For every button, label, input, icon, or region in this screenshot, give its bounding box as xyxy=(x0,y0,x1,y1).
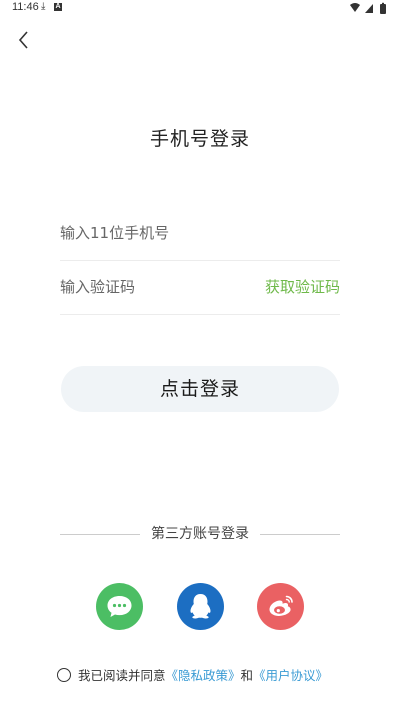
download-icon: ⤓ xyxy=(41,1,46,12)
third-party-divider: 第三方账号登录 xyxy=(60,524,340,544)
user-agreement-link[interactable]: 《用户协议》 xyxy=(253,668,328,683)
page-title: 手机号登录 xyxy=(149,128,250,150)
wechat-icon xyxy=(107,596,132,617)
agreement: 我已阅读并同意《隐私政策》和《用户协议》 xyxy=(57,665,357,687)
code-field-row: 获取验证码 xyxy=(60,260,340,315)
agree-radio-button[interactable] xyxy=(57,668,71,682)
phone-input[interactable] xyxy=(60,206,250,260)
notification-a-icon: A xyxy=(54,3,62,11)
wechat-login-button[interactable] xyxy=(96,583,143,630)
divider-line-right xyxy=(260,534,340,535)
privacy-policy-link[interactable]: 《隐私政策》 xyxy=(166,668,241,683)
agreement-text: 我已阅读并同意《隐私政策》和《用户协议》 xyxy=(78,665,328,687)
chevron-left-icon xyxy=(18,31,28,49)
login-button[interactable]: 点击登录 xyxy=(61,366,339,412)
qq-icon xyxy=(190,594,211,619)
status-indicators xyxy=(348,2,390,17)
qq-login-button[interactable] xyxy=(177,583,224,630)
agreement-prefix: 我已阅读并同意 xyxy=(78,668,166,683)
weibo-icon xyxy=(269,595,293,616)
status-bar: 11:46 ⤓ A xyxy=(0,0,400,16)
status-time: 11:46 xyxy=(12,1,39,13)
phone-field-row xyxy=(60,206,340,261)
verification-code-input[interactable] xyxy=(60,260,250,314)
back-button[interactable] xyxy=(12,28,36,52)
get-code-button[interactable]: 获取验证码 xyxy=(265,260,340,314)
login-screen: 11:46 ⤓ A 手机号登录 获取验证码 点击登录 第三方账号登录 xyxy=(0,0,400,711)
agreement-connector: 和 xyxy=(240,668,254,683)
wifi-signal-battery-icon xyxy=(350,2,386,14)
weibo-login-button[interactable] xyxy=(257,583,304,630)
